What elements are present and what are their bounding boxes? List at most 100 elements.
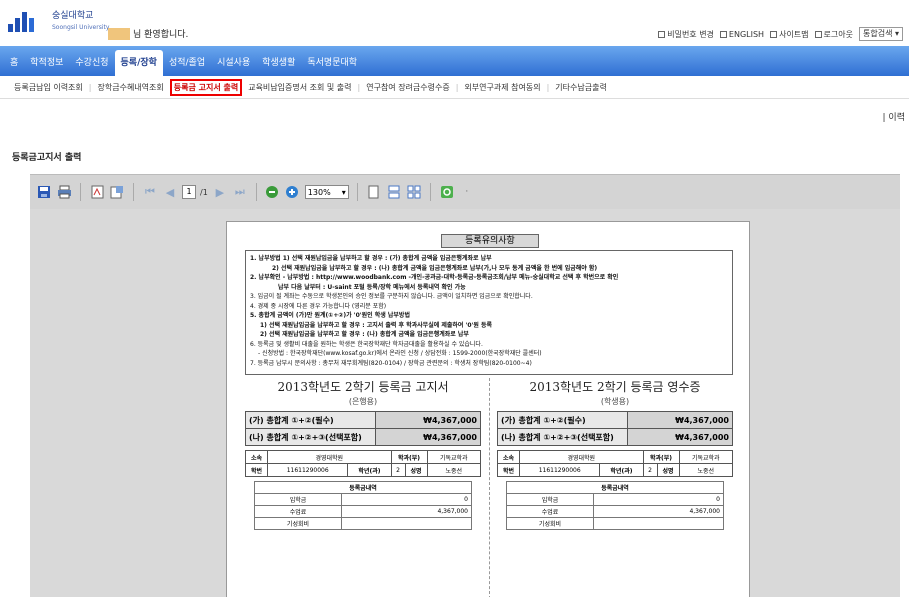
detail-label: 수업료: [254, 505, 342, 518]
table-row: 학번 11611290006 학년(과) 2 성명 노중선: [497, 463, 733, 477]
info-value: 기독교학과: [678, 450, 733, 464]
subnav-payment-history[interactable]: 등록금납입 이력조회: [12, 81, 85, 94]
amount-value: ₩4,367,000: [627, 428, 733, 446]
subnav-payment-certificate[interactable]: 교육비납입증명서 조회 및 출력: [246, 81, 353, 94]
notice-line: 5. 총합계 금액이 (가)만 원계(①+②)가 '0'원인 학생 납부방법: [250, 312, 410, 319]
info-label: 성명: [656, 463, 680, 477]
bill-subtitle: (은행용): [348, 397, 378, 406]
notice-line: 2) 선택 재원납입금을 납부하고 할 경우 : (나) 총합계 금액을 입금은…: [272, 264, 598, 272]
detail-label: 기성회비: [506, 517, 594, 530]
first-page-icon[interactable]: ⏮: [142, 184, 158, 200]
toolbar-separator: [80, 183, 81, 201]
university-name[interactable]: 숭실대학교 Soongsil University: [52, 11, 109, 33]
link-bullet-icon: [770, 30, 778, 38]
toolbar-separator: [356, 183, 358, 201]
nav-student-life[interactable]: 학생생활: [256, 50, 301, 76]
zoom-level-select[interactable]: 130% ▾: [304, 185, 349, 199]
subnav-scholarship-history[interactable]: 장학금수혜내역조회: [96, 81, 166, 94]
link-bullet-icon: [658, 30, 666, 38]
info-value: 2: [642, 463, 658, 477]
more-options-icon[interactable]: ·: [459, 184, 475, 200]
table-row: (가) 총합계 ①+②(필수) ₩4,367,000: [245, 411, 481, 429]
info-value: 경영대학원: [267, 450, 392, 464]
tuition-detail-table: 등록금내역 입학금 0 수업료 4,367,000 기성회비: [254, 481, 473, 530]
notice-line: 7. 등록금 납부시 문의사항 : 총무처 재무회계팀(820-0104) / …: [250, 359, 532, 367]
notice-box: 1. 납부방법 1) 선택 재원납입금을 납부하고 할 경우 : (가) 총합계…: [245, 250, 733, 375]
subnav-other-fees[interactable]: 기타수납금출력: [553, 81, 609, 94]
export-pdf-icon[interactable]: [89, 184, 105, 200]
table-row: 소속 경영대학원 학과(부) 기독교학과: [245, 450, 481, 464]
change-password-link[interactable]: 비밀번호 변경: [658, 29, 714, 40]
nav-grades-graduation[interactable]: 성적/졸업: [163, 50, 211, 76]
table-row: 기성회비: [254, 517, 473, 530]
university-logo-icon[interactable]: [8, 12, 34, 32]
last-page-icon[interactable]: ⏭: [232, 184, 248, 200]
table-row: (나) 총합계 ①+②+③(선택포함) ₩4,367,000: [245, 428, 481, 446]
info-value: 경영대학원: [519, 450, 644, 464]
amount-label: (나) 총합계 ①+②+③(선택포함): [497, 428, 628, 446]
subnav-tuition-bill-print[interactable]: 등록금 고지서 출력: [169, 79, 243, 96]
tuition-bill-document: 등록유의사항 1. 납부방법 1) 선택 재원납입금을 납부하고 할 경우 : …: [226, 221, 750, 597]
table-row: 등록금내역: [254, 481, 472, 494]
save-icon[interactable]: [36, 184, 52, 200]
info-value: 2: [390, 463, 406, 477]
logout-link[interactable]: 로그아웃: [814, 29, 853, 40]
amount-table: (가) 총합계 ①+②(필수) ₩4,367,000 (나) 총합계 ①+②+③…: [497, 411, 733, 446]
nav-facilities[interactable]: 시설사용: [211, 50, 256, 76]
refresh-icon[interactable]: [439, 184, 455, 200]
info-label: 학년(과): [347, 463, 392, 477]
detail-value: 4,367,000: [592, 505, 725, 518]
info-label: 학년(과): [599, 463, 644, 477]
info-value: 기독교학과: [426, 450, 481, 464]
notice-line: 2) 선택 재원납입금을 납부하고 할 경우 : (나) 총합계 금액을 입금은…: [260, 331, 469, 338]
table-row: 기성회비: [506, 517, 725, 530]
continuous-view-icon[interactable]: [386, 184, 402, 200]
subnav-separator: |: [455, 83, 459, 92]
export-document-icon[interactable]: [109, 184, 125, 200]
detail-value: [592, 517, 725, 530]
next-page-icon[interactable]: ▶: [212, 184, 228, 200]
page-title: 등록금고지서 출력: [12, 153, 82, 163]
student-info-table: 소속 경영대학원 학과(부) 기독교학과 학번 11611290006 학년(과…: [497, 450, 733, 477]
bank-copy-section: 2013학년도 2학기 등록금 고지서 (은행용) (가) 총합계 ①+②(필수…: [245, 378, 481, 530]
amount-table: (가) 총합계 ①+②(필수) ₩4,367,000 (나) 총합계 ①+②+③…: [245, 411, 481, 446]
zoom-in-icon[interactable]: [285, 184, 301, 200]
search-scope-dropdown[interactable]: 통합검색 ▾: [858, 27, 903, 41]
page-total: /1: [200, 187, 208, 197]
nav-home[interactable]: 홈: [4, 50, 24, 76]
subnav-research-stipend[interactable]: 연구참여 장려금수령수증: [364, 81, 452, 94]
notice-title: 등록유의사항: [441, 234, 539, 248]
amount-value: ₩4,367,000: [627, 411, 733, 429]
nav-academic-info[interactable]: 학적정보: [24, 50, 69, 76]
nav-reading-program[interactable]: 독서명문대학: [301, 50, 363, 76]
info-label: 성명: [404, 463, 428, 477]
print-icon[interactable]: [56, 184, 72, 200]
detail-label: 입학금: [254, 493, 342, 506]
subnav-separator: |: [357, 83, 361, 92]
bill-title: 2013학년도 2학기 등록금 고지서: [277, 380, 449, 394]
subnav-external-research[interactable]: 외부연구과제 참여동의: [462, 81, 542, 94]
notice-line: 2. 납부확인 - 납부방법 : http://www.woodbank.com…: [250, 274, 619, 281]
table-row: 입학금 0: [254, 493, 473, 506]
info-label: 학과(부): [642, 450, 680, 464]
notice-line: - 신청방법 : 한국장학재단(www.kosaf.go.kr)에서 온라인 신…: [258, 350, 542, 357]
single-page-view-icon[interactable]: [366, 184, 382, 200]
multi-page-view-icon[interactable]: [406, 184, 422, 200]
info-label: 학번: [245, 463, 268, 477]
previous-page-icon[interactable]: ◀: [162, 184, 178, 200]
amount-value: ₩4,367,000: [375, 428, 481, 446]
info-label: 학번: [497, 463, 520, 477]
amount-label: (나) 총합계 ①+②+③(선택포함): [245, 428, 376, 446]
sitemap-link[interactable]: 사이트맵: [770, 29, 809, 40]
page-number-input[interactable]: 1: [182, 185, 196, 199]
nav-course-registration[interactable]: 수강신청: [69, 50, 114, 76]
english-link[interactable]: ENGLISH: [719, 30, 764, 39]
zoom-out-icon[interactable]: [265, 184, 281, 200]
detail-label: 수업료: [506, 505, 594, 518]
history-link[interactable]: | 이력: [883, 110, 905, 123]
table-row: 학번 11611290006 학년(과) 2 성명 노중선: [245, 463, 481, 477]
info-value: 11611290006: [518, 463, 601, 477]
nav-tuition-scholarship[interactable]: 등록/장학: [114, 50, 163, 76]
detail-label: 기성회비: [254, 517, 342, 530]
student-copy-section: 2013학년도 2학기 등록금 영수증 (학생용) (가) 총합계 ①+②(필수…: [497, 378, 733, 530]
